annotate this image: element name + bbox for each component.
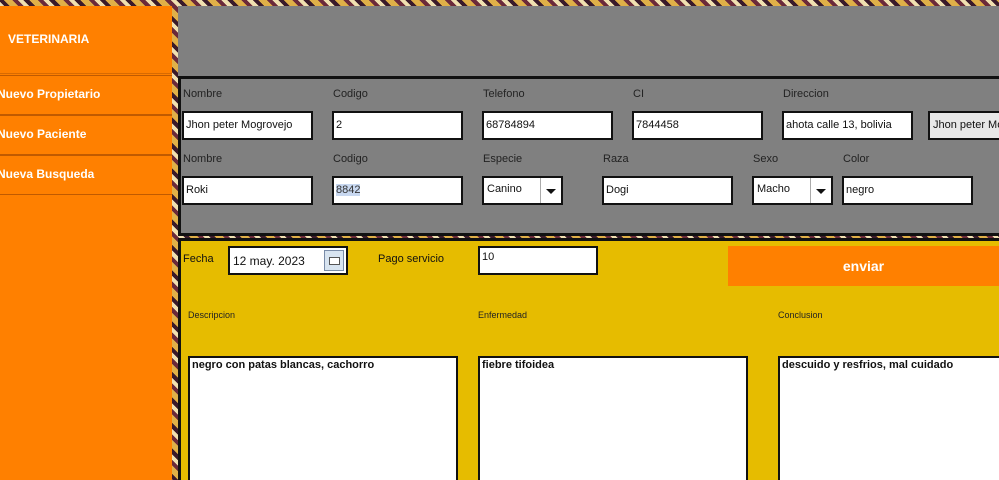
owner-direccion-label: Direccion <box>783 88 829 100</box>
sidebar-item-label: Nueva Busqueda <box>0 167 95 181</box>
conclusion-textarea[interactable]: descuido y resfrios, mal cuidado <box>778 356 999 480</box>
owner-direccion-value: ahota calle 13, bolivia <box>786 119 892 131</box>
sidebar-item-label: Nuevo Paciente <box>0 127 87 141</box>
patient-sexo-value: Macho <box>757 183 791 195</box>
patient-especie-value: Canino <box>487 183 522 195</box>
descripcion-label: Descripcion <box>188 310 236 320</box>
pago-servicio-field[interactable]: 10 <box>478 246 598 275</box>
form-panel <box>178 76 999 236</box>
patient-raza-field[interactable]: Dogi <box>602 176 733 205</box>
patient-codigo-value: 8842 <box>336 184 361 196</box>
top-header <box>178 6 999 76</box>
patient-nombre-field[interactable]: Roki <box>182 176 313 205</box>
patient-sexo-select[interactable]: Macho <box>752 176 833 205</box>
patient-especie-select[interactable]: Canino <box>482 176 563 205</box>
owner-ci-value: 7844458 <box>636 119 679 131</box>
owner-telefono-label: Telefono <box>483 88 525 100</box>
owner-codigo-field[interactable]: 2 <box>332 111 463 140</box>
patient-raza-value: Dogi <box>606 184 629 196</box>
owner-ci-label: CI <box>633 88 644 100</box>
patient-codigo-label: Codigo <box>333 153 368 165</box>
fecha-value: 12 may. 2023 <box>233 254 305 268</box>
owner-ci-field[interactable]: 7844458 <box>632 111 763 140</box>
owner-direccion-field[interactable]: ahota calle 13, bolivia <box>782 111 913 140</box>
owner-codigo-value: 2 <box>336 119 343 131</box>
pago-servicio-label: Pago servicio <box>378 253 445 265</box>
owner-codigo-label: Codigo <box>333 88 368 100</box>
calendar-icon[interactable] <box>324 250 344 271</box>
owner-selector[interactable]: Jhon peter Mogrovejo <box>928 111 999 140</box>
enfermedad-textarea[interactable]: fiebre tifoidea <box>478 356 748 480</box>
patient-sexo-label: Sexo <box>753 153 779 165</box>
owner-nombre-label: Nombre <box>183 88 223 100</box>
sidebar-item-nueva-busqueda[interactable]: Nueva Busqueda <box>0 155 172 195</box>
descripcion-textarea[interactable]: negro con patas blancas, cachorro <box>188 356 458 480</box>
sidebar: VETERINARIA Nuevo Propietario Nuevo Paci… <box>0 6 172 480</box>
pago-servicio-value: 10 <box>482 251 495 263</box>
patient-nombre-value: Roki <box>186 184 209 196</box>
patient-nombre-label: Nombre <box>183 153 223 165</box>
sidebar-item-nuevo-propietario[interactable]: Nuevo Propietario <box>0 75 172 115</box>
enfermedad-label: Enfermedad <box>478 310 528 320</box>
fecha-label: Fecha <box>183 253 214 265</box>
chevron-down-icon[interactable] <box>540 178 561 203</box>
chevron-down-icon[interactable] <box>810 178 831 203</box>
patient-raza-label: Raza <box>603 153 629 165</box>
patient-especie-label: Especie <box>483 153 523 165</box>
patient-codigo-field[interactable]: 8842 <box>332 176 463 205</box>
sidebar-item-label: Nuevo Propietario <box>0 87 101 101</box>
app-title: VETERINARIA <box>0 6 172 74</box>
patient-color-value: negro <box>846 184 875 196</box>
patient-color-label: Color <box>843 153 870 165</box>
owner-selector-value: Jhon peter Mogrovejo <box>933 119 999 131</box>
conclusion-label: Conclusion <box>778 310 823 320</box>
owner-nombre-value: Jhon peter Mogrovejo <box>186 119 293 131</box>
fecha-date-picker[interactable]: 12 may. 2023 <box>228 246 348 275</box>
enviar-button[interactable]: enviar <box>728 246 999 286</box>
owner-telefono-value: 68784894 <box>486 119 535 131</box>
patient-color-field[interactable]: negro <box>842 176 973 205</box>
owner-telefono-field[interactable]: 68784894 <box>482 111 613 140</box>
owner-nombre-field[interactable]: Jhon peter Mogrovejo <box>182 111 313 140</box>
sidebar-item-nuevo-paciente[interactable]: Nuevo Paciente <box>0 115 172 155</box>
